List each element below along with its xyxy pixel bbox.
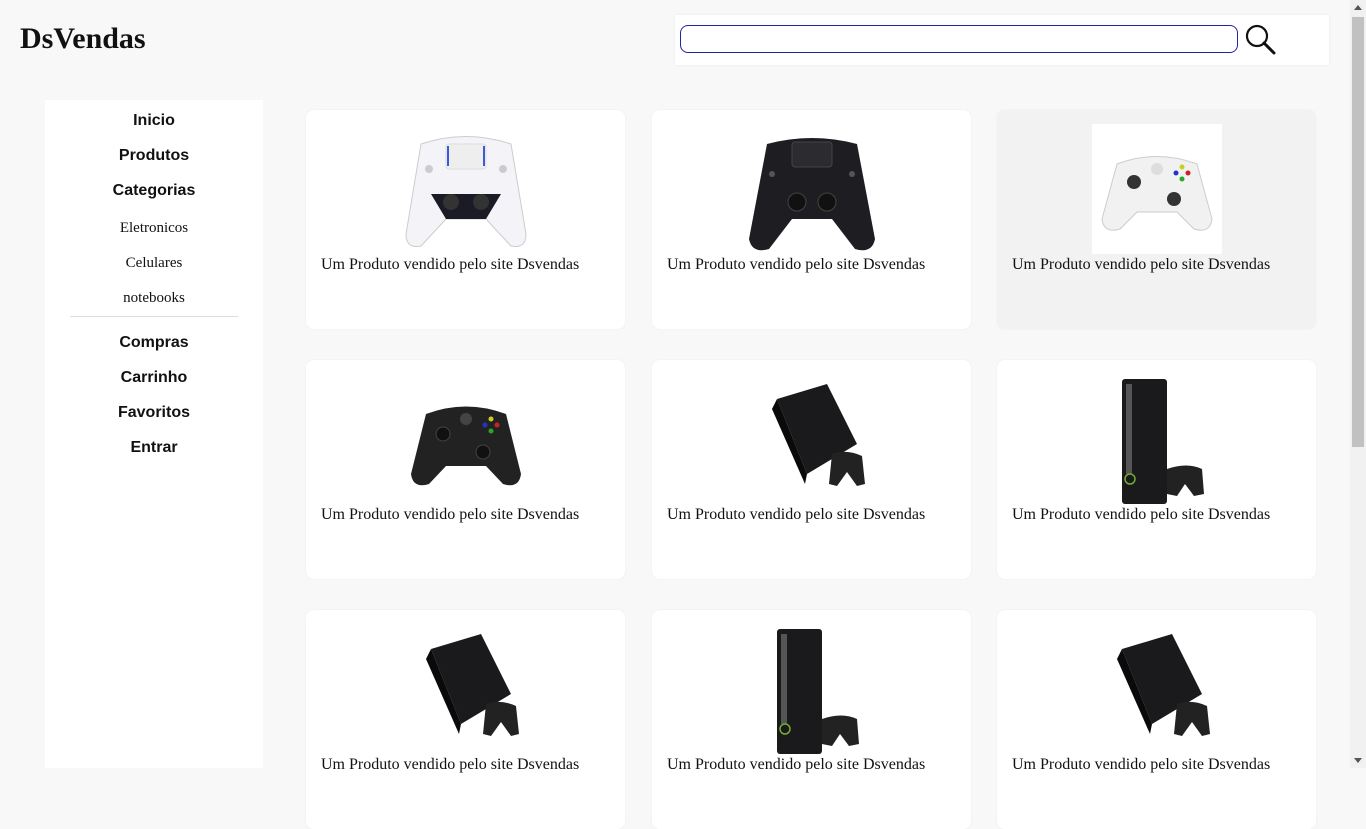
sidebar-item-produtos[interactable]: Produtos (45, 138, 263, 173)
ps3-slim-console-image (426, 634, 519, 736)
category-celulares[interactable]: Celulares (45, 246, 263, 281)
category-notebooks[interactable]: notebooks (45, 281, 263, 316)
product-caption: Um Produto vendido pelo site Dsvendas (321, 756, 580, 773)
page-scrollbar[interactable] (1350, 0, 1366, 768)
product-caption: Um Produto vendido pelo site Dsvendas (667, 506, 926, 523)
ps3-slim-console-image (772, 384, 865, 486)
search-input[interactable] (680, 25, 1238, 53)
xbox-white-controller-image (1092, 124, 1222, 254)
sidebar-item-compras[interactable]: Compras (45, 325, 263, 360)
search-icon (1245, 24, 1276, 55)
product-card[interactable]: Um Produto vendido pelo site Dsvendas (306, 110, 625, 329)
ps5-controller-image (405, 136, 527, 247)
product-card[interactable]: Um Produto vendido pelo site Dsvendas (997, 360, 1316, 579)
ps3-slim-console-image (1117, 634, 1210, 736)
ps4-controller-image (749, 138, 875, 251)
product-caption: Um Produto vendido pelo site Dsvendas (1012, 256, 1271, 273)
product-caption: Um Produto vendido pelo site Dsvendas (667, 756, 926, 773)
product-caption: Um Produto vendido pelo site Dsvendas (667, 256, 926, 273)
scrollbar-thumb[interactable] (1352, 17, 1364, 447)
sidebar-item-favoritos[interactable]: Favoritos (45, 395, 263, 430)
sidebar-item-inicio[interactable]: Inicio (45, 103, 263, 138)
product-caption: Um Produto vendido pelo site Dsvendas (321, 506, 580, 523)
xbox-black-controller-image (411, 406, 521, 486)
product-card[interactable]: Um Produto vendido pelo site Dsvendas (997, 110, 1316, 329)
product-card[interactable]: Um Produto vendido pelo site Dsvendas (652, 610, 971, 829)
scroll-up-arrow-icon[interactable] (1354, 5, 1362, 10)
site-logo[interactable]: DsVendas (20, 22, 146, 56)
category-eletronicos[interactable]: Eletronicos (45, 211, 263, 246)
product-caption: Um Produto vendido pelo site Dsvendas (1012, 506, 1271, 523)
sidebar-item-carrinho[interactable]: Carrinho (45, 360, 263, 395)
product-card[interactable]: Um Produto vendido pelo site Dsvendas (306, 610, 625, 829)
product-caption: Um Produto vendido pelo site Dsvendas (1012, 756, 1271, 773)
product-caption: Um Produto vendido pelo site Dsvendas (321, 256, 580, 273)
product-card[interactable]: Um Produto vendido pelo site Dsvendas (997, 610, 1316, 829)
xbox360-elite-console-image (777, 629, 859, 754)
sidebar: Inicio Produtos Categorias Eletronicos C… (45, 100, 263, 768)
product-card[interactable]: Um Produto vendido pelo site Dsvendas (652, 110, 971, 329)
product-card[interactable]: Um Produto vendido pelo site Dsvendas (306, 360, 625, 579)
sidebar-divider (70, 316, 238, 317)
product-card[interactable]: Um Produto vendido pelo site Dsvendas (652, 360, 971, 579)
scroll-down-arrow-icon[interactable] (1354, 758, 1362, 763)
search-button[interactable] (1243, 23, 1279, 57)
sidebar-item-entrar[interactable]: Entrar (45, 430, 263, 465)
xbox360-elite-console-image (1122, 379, 1204, 504)
search-bar (675, 15, 1329, 65)
sidebar-item-categorias[interactable]: Categorias (45, 173, 263, 208)
